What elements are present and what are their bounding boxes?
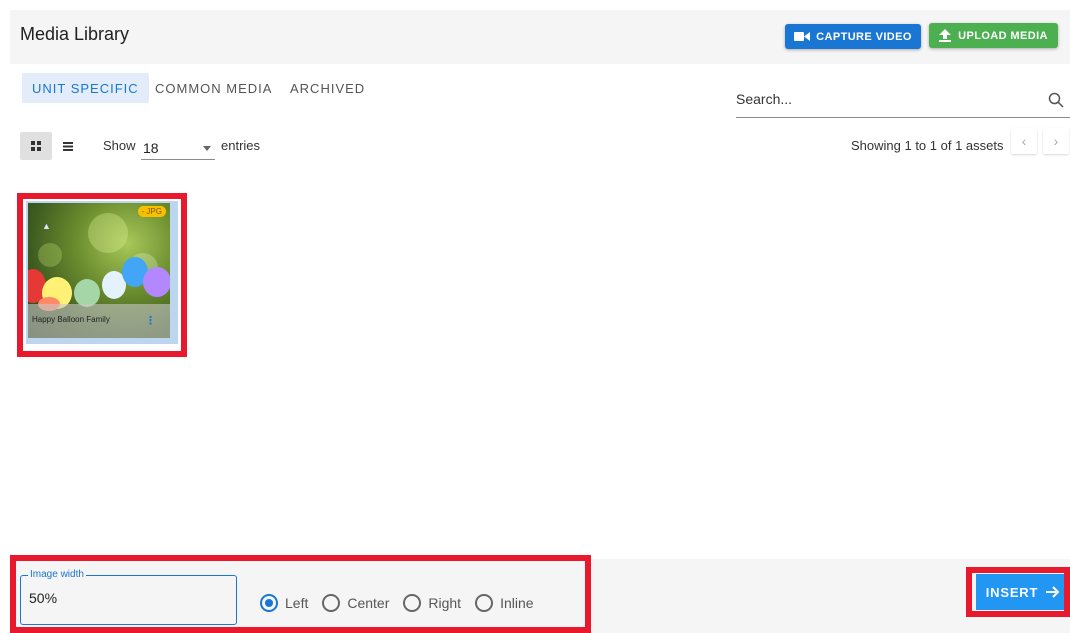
tab-common-media[interactable]: COMMON MEDIA — [145, 73, 282, 103]
view-toggle — [20, 132, 84, 160]
tab-unit-specific[interactable]: UNIT SPECIFIC — [22, 73, 149, 103]
next-page-button[interactable]: › — [1043, 128, 1069, 154]
capture-video-label: CAPTURE VIDEO — [816, 30, 912, 43]
list-icon — [63, 141, 73, 151]
prev-page-button[interactable]: ‹ — [1011, 128, 1037, 154]
upload-media-button[interactable]: UPLOAD MEDIA — [929, 23, 1058, 48]
options-highlight-box — [10, 555, 591, 633]
video-camera-icon — [794, 32, 811, 41]
upload-icon — [939, 29, 952, 42]
insert-highlight-box — [966, 567, 1070, 617]
capture-video-button[interactable]: CAPTURE VIDEO — [785, 24, 921, 49]
search-icon[interactable] — [1048, 92, 1064, 108]
search-input[interactable] — [736, 84, 1026, 114]
show-label: Show — [103, 138, 136, 153]
grid-icon — [31, 141, 41, 151]
entries-label: entries — [221, 138, 261, 153]
page-title: Media Library — [20, 24, 130, 44]
grid-view-button[interactable] — [20, 132, 52, 160]
tab-archived[interactable]: ARCHIVED — [280, 73, 375, 103]
entries-value: 18 — [143, 140, 159, 156]
asset-highlight-box — [17, 193, 187, 357]
caret-down-icon — [203, 146, 211, 151]
list-view-button[interactable] — [52, 132, 84, 160]
search-box — [736, 84, 1070, 118]
showing-count: Showing 1 to 1 of 1 assets — [851, 138, 1004, 153]
upload-media-label: UPLOAD MEDIA — [958, 29, 1048, 42]
header-bar: Media Library CAPTURE VIDEO UPLOAD MEDIA — [10, 10, 1070, 64]
entries-select[interactable]: 18 — [141, 134, 215, 160]
